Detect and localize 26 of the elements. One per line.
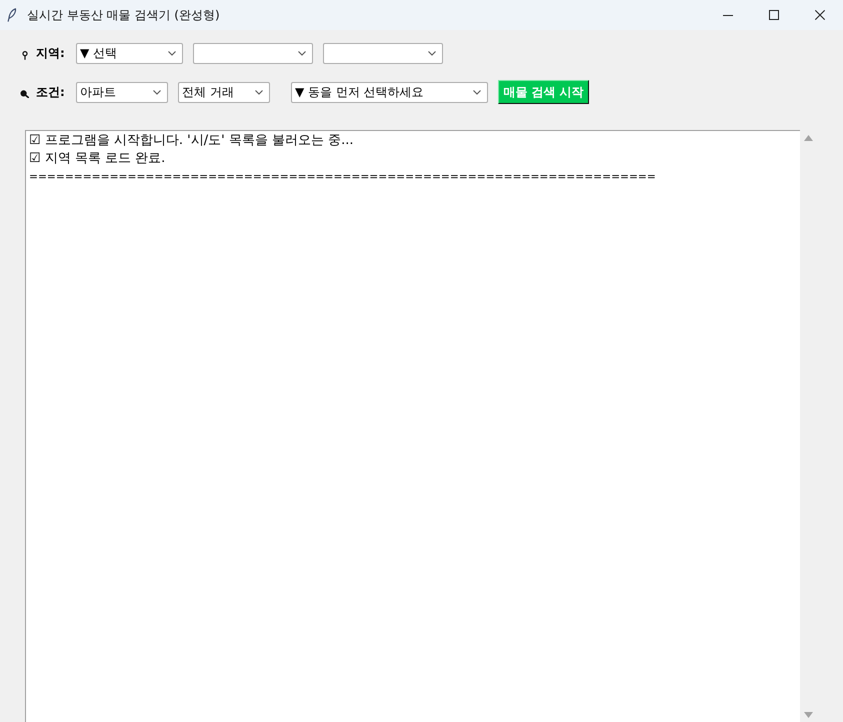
- window-title: 실시간 부동산 매물 검색기 (완성형): [27, 6, 220, 24]
- condition-label: 조건:: [36, 84, 66, 100]
- scroll-down-icon[interactable]: [804, 712, 813, 718]
- region-dropdown[interactable]: [323, 43, 443, 64]
- caret-icon: [255, 90, 263, 94]
- region-dropdown[interactable]: ▼ 선택: [76, 43, 183, 64]
- maximize-icon: [769, 10, 779, 20]
- scroll-up-icon[interactable]: [804, 135, 813, 141]
- search-icon: [20, 90, 29, 98]
- region-dropdown[interactable]: [193, 43, 313, 64]
- caret-icon: [153, 90, 161, 94]
- caret-icon: [428, 51, 436, 56]
- condition-dropdown[interactable]: 전체 거래: [178, 82, 270, 102]
- caret-icon: [473, 90, 481, 94]
- log-line: ☑ 지역 목록 로드 완료.: [29, 150, 166, 168]
- minimize-icon: [723, 14, 733, 16]
- condition-dropdown[interactable]: 아파트: [76, 82, 168, 102]
- condition-dropdown[interactable]: ▼ 동을 먼저 선택하세요: [291, 82, 488, 102]
- caret-icon: [298, 51, 306, 56]
- close-icon: [815, 10, 825, 20]
- log-line: ☑ 프로그램을 시작합니다. '시/도' 목록을 불러오는 중...: [29, 132, 354, 150]
- separator-line: ======================================================================: [29, 169, 656, 185]
- pin-icon: [22, 50, 28, 60]
- feather-icon: [7, 8, 17, 22]
- region-label: 지역:: [36, 45, 66, 62]
- caret-icon: [168, 51, 176, 56]
